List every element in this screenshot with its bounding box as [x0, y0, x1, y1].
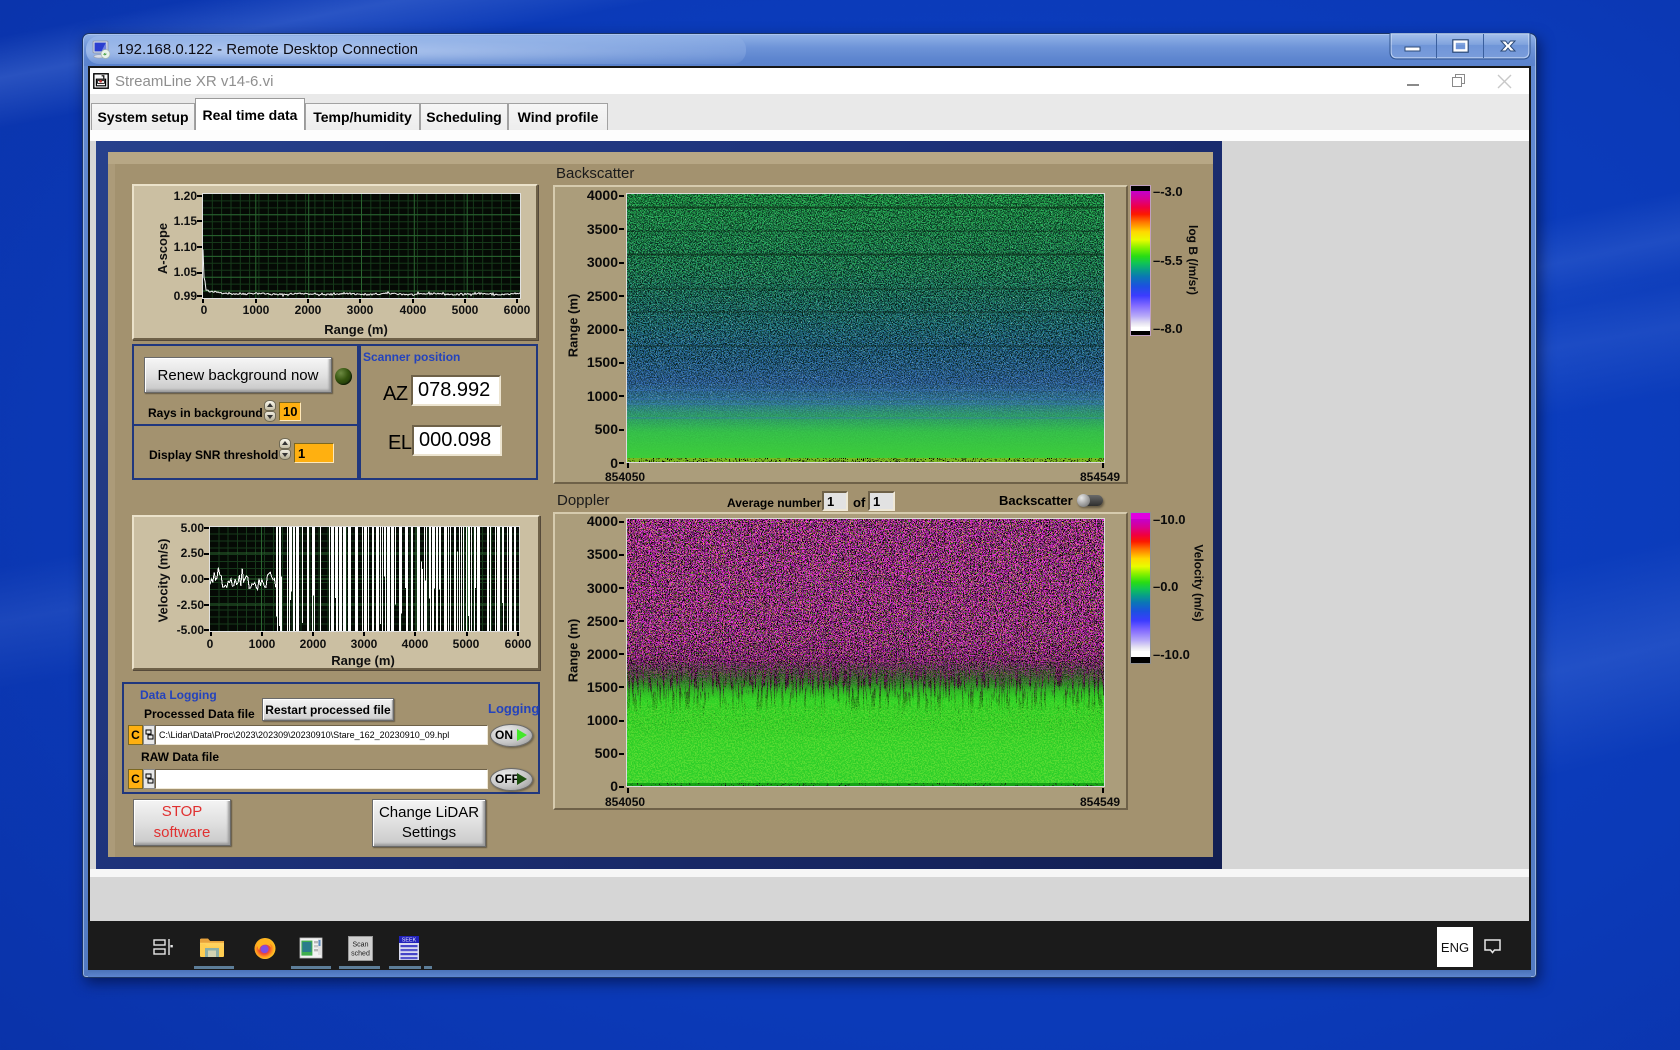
svg-text:sched: sched	[351, 951, 370, 958]
svg-text:Scan: Scan	[353, 942, 369, 949]
svg-text:SEEK: SEEK	[402, 938, 417, 944]
